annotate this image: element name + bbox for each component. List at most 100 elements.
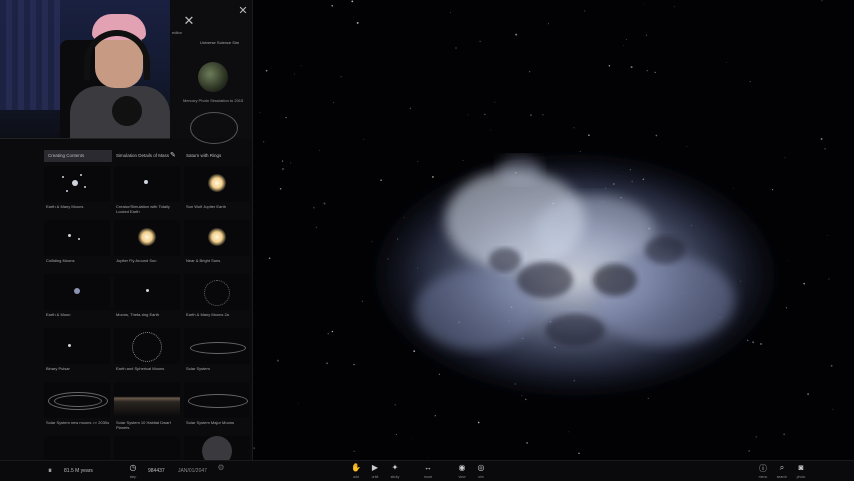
star [484,113,486,115]
grid-item-caption: Solar System 10 Habitat Dwarf Planets [116,420,171,430]
play-icon[interactable]: ▶ orbit [366,463,384,481]
grid-item[interactable]: Jupiter Fly Around Sun [114,220,180,270]
star [821,0,823,2]
star [526,441,529,444]
star [297,403,299,404]
star [655,134,658,137]
star [824,148,826,150]
star [584,10,586,12]
star [259,112,261,113]
camera-mode-label: sim [478,475,484,479]
star [755,436,757,438]
star [282,168,284,170]
microphone [112,96,142,126]
star [515,33,518,36]
star [293,73,295,75]
star [803,282,806,285]
step-readout: 984437 [148,468,165,474]
close-menu-button[interactable]: ✕ [180,12,198,30]
star [578,452,580,455]
grid-item-caption: Binary Pulsar [46,366,70,371]
star [832,408,834,410]
planet-thumbnail[interactable] [198,62,228,92]
pin-label: sticky [390,475,400,479]
star [490,129,491,131]
grid-item-caption: Solar System [186,366,210,371]
star [645,34,648,36]
grid-item-caption: Earth & Many Moons [46,204,84,209]
grid-item[interactable]: Binary Pulsar [44,328,110,378]
star [361,300,363,302]
thumbnail [184,274,250,310]
ruler-icon[interactable]: ↔ move [419,463,437,481]
star [783,433,785,435]
clock-icon[interactable]: ◷ step [124,463,142,481]
grid-item[interactable]: Earth and Spherical Moons [114,328,180,378]
star [646,69,649,72]
thumbnail [184,436,250,460]
star [285,116,287,119]
grid-item[interactable] [44,436,110,460]
grid-item[interactable] [114,436,180,460]
hand-label: add [353,475,359,479]
grid-item[interactable]: Creator/Simulation with Tidally Locked E… [114,166,180,216]
star [268,257,271,259]
content-browser-panel: ✕ ✕ editor Universe Science Sim Mercury … [0,0,253,460]
settings-icon[interactable]: ⚙ [212,463,230,481]
star [573,127,575,129]
thumbnail [44,274,110,310]
grid-item[interactable]: Solar System new moons >> 2030s [44,382,110,432]
pin-icon[interactable]: ✦ sticky [386,463,404,481]
thumbnail [184,166,250,202]
pencil-icon[interactable]: ✎ [170,152,178,160]
pause-button[interactable]: ⏸ [48,461,52,481]
eye-icon[interactable]: ◉ view [453,463,471,481]
thumbnail-caption: Mercury Photo Simulation to 2015 [183,98,244,103]
search-icon[interactable]: ⌕ search [773,463,791,481]
grid-item[interactable]: Solar System Major Moons [184,382,250,432]
orbit-thumbnail[interactable] [190,112,238,144]
star [340,76,342,78]
grid-item[interactable]: Moons, Theta-ring Earth [114,274,180,324]
grid-item[interactable]: Earth & Moon [44,274,110,324]
thumbnail [114,328,180,364]
info-label: menu [758,475,768,479]
date-readout: JAN/01/2047 [178,468,207,474]
menu-label: editor [172,30,183,35]
camera-mode-icon[interactable]: ◎ sim [472,463,490,481]
grid-item[interactable]: Solar System 10 Habitat Dwarf Planets [114,382,180,432]
grid-item[interactable]: Near & Bright Suns [184,220,250,270]
hand-icon[interactable]: ✋ add [347,463,365,481]
star [467,114,469,116]
clock-label: step [129,475,137,479]
close-panel-button[interactable]: ✕ [236,4,250,18]
star [644,3,646,4]
category-tabs: Creating Contents Simulation Details of … [44,150,252,162]
grid-item[interactable]: Earth & Many Moons [44,166,110,216]
grid-item-caption: Near & Bright Suns [186,258,221,263]
thumbnail [44,220,110,256]
search-label: search [776,475,788,479]
star [332,101,335,104]
grid-item[interactable]: Colliding Moons [44,220,110,270]
tab-saturn-rings[interactable]: Saturn with Rings [182,150,252,162]
info-icon[interactable]: ⓘ menu [754,463,772,481]
tab-creating-contents[interactable]: Creating Contents [44,150,112,162]
grid-item[interactable]: Solar System [184,328,250,378]
star [820,138,823,140]
star [353,450,355,453]
grid-item[interactable]: Sun Wolf Jupiter Earth [184,166,250,216]
camera-icon[interactable]: ◙ photo [792,463,810,481]
bottom-toolbar: ⏸ 81.5 M years ◷ step 984437 JAN/01/2047 … [0,460,854,481]
star [265,69,268,72]
star [434,414,437,417]
acoustic-foam [0,0,60,110]
star [262,141,265,143]
thumbnail [44,328,110,364]
grid-item-caption: Sun Wolf Jupiter Earth [186,204,226,209]
star [319,149,320,151]
mini-tabs[interactable]: Universe Science Sim [200,40,239,45]
grid-item[interactable] [184,436,250,460]
star [428,457,430,458]
grid-item[interactable]: Earth & Many Moons 2a [184,274,250,324]
